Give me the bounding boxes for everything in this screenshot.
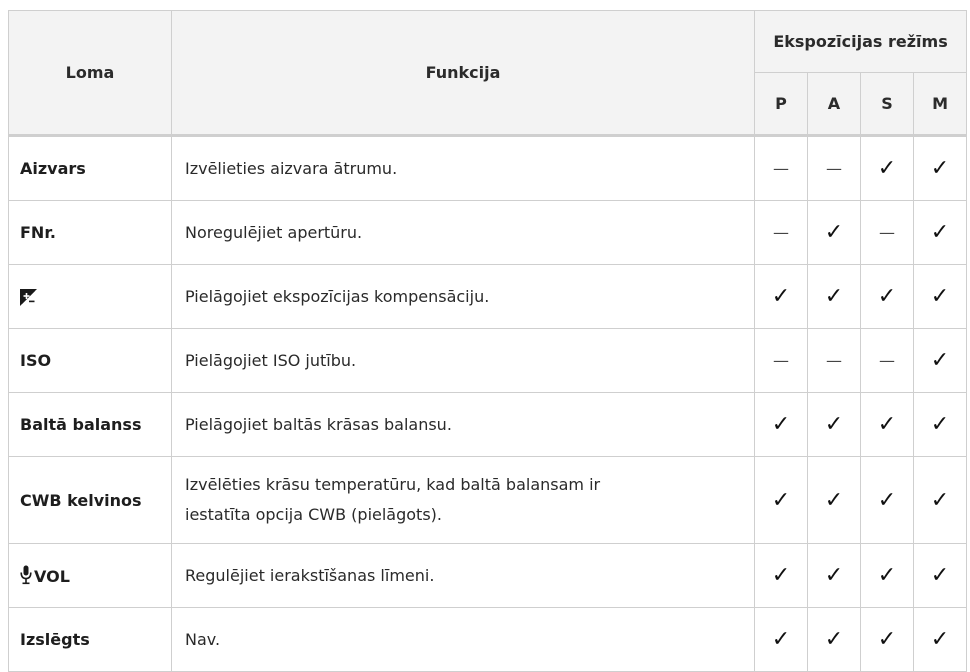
- mode-m-cell: ✓: [912, 607, 968, 672]
- mode-m-cell: ✓: [912, 134, 968, 201]
- mode-p-cell: ✓: [754, 607, 808, 672]
- function-cell: Nav.: [171, 607, 755, 672]
- table-row: VOL Regulējiet ierakstīšanas līmeni. ✓ ✓…: [8, 543, 968, 608]
- header-mode-a: A: [807, 72, 861, 136]
- mode-s-cell: ✓: [860, 456, 914, 544]
- table-row: Aizvars Izvēlieties aizvara ātrumu. — — …: [8, 134, 968, 201]
- table-row: Pielāgojiet ekspozīcijas kompensāciju. ✓…: [8, 264, 968, 329]
- mode-a-cell: ✓: [807, 392, 861, 457]
- role-cell: [8, 264, 172, 329]
- mode-a-cell: —: [807, 328, 861, 393]
- role-cell: Aizvars: [8, 134, 172, 201]
- table-row: ISO Pielāgojiet ISO jutību. — — — ✓: [8, 328, 968, 393]
- mode-a-cell: ✓: [807, 264, 861, 329]
- function-cell: Izvēlieties aizvara ātrumu.: [171, 134, 755, 201]
- table-row: FNr. Noregulējiet apertūru. — ✓ — ✓: [8, 200, 968, 265]
- mode-m-cell: ✓: [912, 264, 968, 329]
- mode-s-cell: —: [860, 328, 914, 393]
- header-function: Funkcija: [171, 10, 755, 136]
- header-mode-p: P: [754, 72, 808, 136]
- function-line: iestatīta opcija CWB (pielāgots).: [185, 505, 442, 524]
- mode-a-cell: ✓: [807, 607, 861, 672]
- mode-s-cell: ✓: [860, 134, 914, 201]
- mode-m-cell: ✓: [912, 328, 968, 393]
- mode-a-cell: ✓: [807, 543, 861, 608]
- mode-p-cell: ✓: [754, 264, 808, 329]
- role-label: VOL: [34, 567, 70, 586]
- mode-p-cell: ✓: [754, 456, 808, 544]
- mode-p-cell: —: [754, 134, 808, 201]
- mode-s-cell: ✓: [860, 607, 914, 672]
- mode-a-cell: —: [807, 134, 861, 201]
- mode-p-cell: —: [754, 328, 808, 393]
- role-cell: Baltā balanss: [8, 392, 172, 457]
- microphone-icon: [20, 565, 32, 585]
- function-line: Izvēlēties krāsu temperatūru, kad baltā …: [185, 475, 601, 494]
- function-cell: Izvēlēties krāsu temperatūru, kad baltā …: [171, 456, 755, 544]
- table-row: Izslēgts Nav. ✓ ✓ ✓ ✓: [8, 607, 968, 672]
- table-row: CWB kelvinos Izvēlēties krāsu temperatūr…: [8, 456, 968, 544]
- role-cell: CWB kelvinos: [8, 456, 172, 544]
- function-cell: Pielāgojiet ekspozīcijas kompensāciju.: [171, 264, 755, 329]
- mode-s-cell: —: [860, 200, 914, 265]
- function-cell: Regulējiet ierakstīšanas līmeni.: [171, 543, 755, 608]
- exposure-mode-table: Loma Funkcija Ekspozīcijas režīms P A S …: [8, 10, 968, 672]
- mode-s-cell: ✓: [860, 264, 914, 329]
- header-exposure-mode: Ekspozīcijas režīms: [753, 10, 968, 73]
- function-cell: Pielāgojiet ISO jutību.: [171, 328, 755, 393]
- function-cell: Noregulējiet apertūru.: [171, 200, 755, 265]
- role-cell: ISO: [8, 328, 172, 393]
- mode-p-cell: —: [754, 200, 808, 265]
- role-cell: FNr.: [8, 200, 172, 265]
- mode-p-cell: ✓: [754, 392, 808, 457]
- function-cell: Pielāgojiet baltās krāsas balansu.: [171, 392, 755, 457]
- mode-a-cell: ✓: [807, 200, 861, 265]
- mode-m-cell: ✓: [912, 200, 968, 265]
- mode-s-cell: ✓: [860, 543, 914, 608]
- mode-m-cell: ✓: [912, 543, 968, 608]
- header-mode-s: S: [860, 72, 914, 136]
- header-mode-m: M: [912, 72, 968, 136]
- mode-m-cell: ✓: [912, 392, 968, 457]
- role-cell: Izslēgts: [8, 607, 172, 672]
- role-cell: VOL: [8, 543, 172, 608]
- table-row: Baltā balanss Pielāgojiet baltās krāsas …: [8, 392, 968, 457]
- mode-s-cell: ✓: [860, 392, 914, 457]
- exposure-compensation-icon: [20, 289, 37, 306]
- mode-p-cell: ✓: [754, 543, 808, 608]
- header-role: Loma: [8, 10, 172, 136]
- mode-m-cell: ✓: [912, 456, 968, 544]
- mode-a-cell: ✓: [807, 456, 861, 544]
